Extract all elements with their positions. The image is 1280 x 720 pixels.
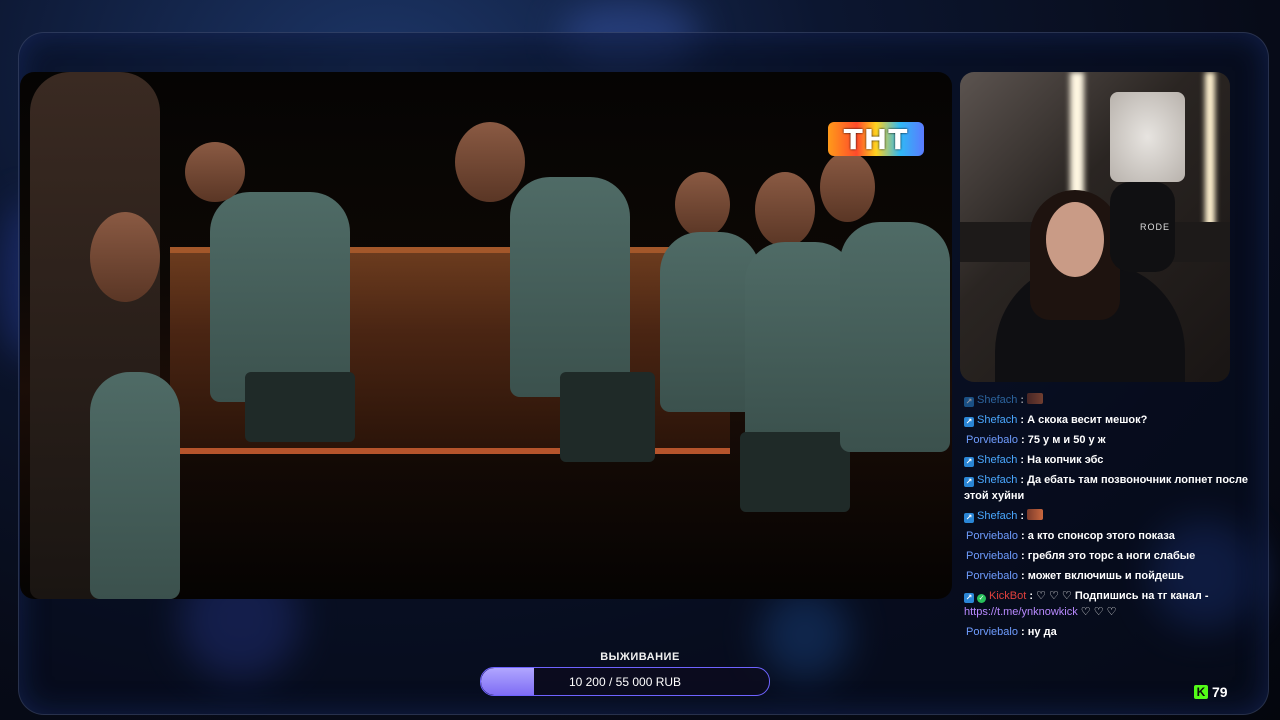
chat-separator: : [1026, 590, 1037, 602]
chat-username[interactable]: Shefach [977, 454, 1017, 466]
video-figure [840, 222, 950, 452]
chat-message-text: а кто спонсор этого показа [1027, 530, 1175, 542]
kick-badge-icon: ↗ [964, 397, 974, 407]
chat-message: ↗ Shefach : А скока весит мешок? [962, 412, 1262, 428]
chat-username[interactable]: Porviebalo [966, 530, 1018, 542]
goal-progress-text: 10 200 / 55 000 RUB [568, 674, 682, 689]
chat-separator: : [1017, 454, 1028, 466]
video-figure-head [820, 152, 875, 222]
video-figure-head [675, 172, 730, 237]
chat-separator: : [1017, 434, 1028, 446]
viewer-count-value: 79 [1212, 684, 1228, 700]
chat-username[interactable]: Shefach [977, 474, 1017, 486]
chat-message: ↗ Shefach : На копчик эбс [962, 452, 1262, 468]
chat-separator: : [1017, 414, 1028, 426]
chat-message-text: 75 у м и 50 у ж [1027, 434, 1106, 446]
kick-badge-icon: ↗ [964, 477, 974, 487]
chat-username[interactable]: Shefach [977, 510, 1017, 522]
chat-message: ↗ Shefach : [962, 508, 1262, 524]
chat-separator: : [1017, 550, 1028, 562]
chat-username[interactable]: Shefach [977, 414, 1017, 426]
chat-separator: : [1017, 530, 1028, 542]
chat-message-text: ♡ ♡ ♡ Подпишись на тг канал - [1036, 590, 1209, 602]
chat-emote-icon [1027, 393, 1044, 404]
chat-username[interactable]: Porviebalo [966, 434, 1018, 446]
chat-message-text: гребля это торс а ноги слабые [1027, 550, 1196, 562]
chat-message: ↗ Shefach : Да ебать там позвоночник лопн… [962, 472, 1262, 504]
kick-badge-icon: ↗ [964, 457, 974, 467]
chat-emote-icon [1027, 509, 1044, 520]
webcam-light [1205, 72, 1215, 232]
chat-message: Porviebalo : может включишь и пойдешь [962, 568, 1262, 584]
video-figure-shorts [740, 432, 850, 512]
kick-badge-icon: ↗ [964, 417, 974, 427]
microphone-brand-label: RODE [1140, 222, 1171, 232]
chat-username[interactable]: Shefach [977, 394, 1017, 406]
chat-message: Porviebalo : 75 у м и 50 у ж [962, 432, 1262, 448]
video-figure [745, 242, 855, 442]
main-video-player[interactable]: ТНТ [20, 72, 952, 599]
channel-logo: ТНТ [828, 122, 924, 156]
chat-message: ↗ Shefach : [962, 392, 1262, 408]
chat-separator: : [1017, 626, 1028, 638]
chat-message-text: ну да [1027, 626, 1057, 638]
video-figure-shorts [245, 372, 355, 442]
chat-panel: ↗ Shefach : ↗ Shefach : А скока весит мешо… [962, 392, 1262, 642]
video-figure-head [90, 212, 160, 302]
video-figure [510, 177, 630, 397]
chat-separator: : [1017, 474, 1028, 486]
chat-message-text: ♡ ♡ ♡ [1077, 606, 1117, 618]
chat-message: ↗ ✓ KickBot : ♡ ♡ ♡ Подпишись на тг канал … [962, 588, 1262, 620]
chat-username[interactable]: KickBot [989, 590, 1026, 602]
video-figure [210, 192, 350, 402]
kick-icon: K [1194, 685, 1208, 699]
goal-title: ВЫЖИВАНИЕ [600, 651, 680, 663]
video-figure [90, 372, 180, 599]
chat-message-text: может включишь и пойдешь [1027, 570, 1184, 582]
chat-separator: : [1017, 394, 1028, 406]
chat-username[interactable]: Porviebalo [966, 626, 1018, 638]
video-figure-head [755, 172, 815, 247]
video-figure-head [455, 122, 525, 202]
streamer-webcam: RODE [960, 72, 1230, 382]
video-figure-shorts [560, 372, 655, 462]
chat-username[interactable]: Porviebalo [966, 550, 1018, 562]
chat-separator: : [1017, 510, 1028, 522]
verified-icon: ✓ [977, 594, 986, 603]
chat-separator: : [1017, 570, 1028, 582]
video-figure-head [185, 142, 245, 202]
webcam-mirror [1110, 92, 1185, 182]
chat-message: Porviebalo : ну да [962, 624, 1262, 640]
kick-badge-icon: ↗ [964, 513, 974, 523]
chat-message: Porviebalo : гребля это торс а ноги слаб… [962, 548, 1262, 564]
chat-message: Porviebalo : а кто спонсор этого показа [962, 528, 1262, 544]
chat-username[interactable]: Porviebalo [966, 570, 1018, 582]
chat-message-text: А скока весит мешок? [1027, 414, 1148, 426]
streamer-face [1046, 202, 1104, 277]
viewer-count: K 79 [1194, 684, 1228, 700]
kick-badge-icon: ↗ [964, 593, 974, 603]
chat-message-text: На копчик эбс [1027, 454, 1104, 466]
goal-progress-bar: 10 200 / 55 000 RUB [480, 667, 770, 696]
chat-link[interactable]: https://t.me/ynknowkick [964, 606, 1078, 618]
